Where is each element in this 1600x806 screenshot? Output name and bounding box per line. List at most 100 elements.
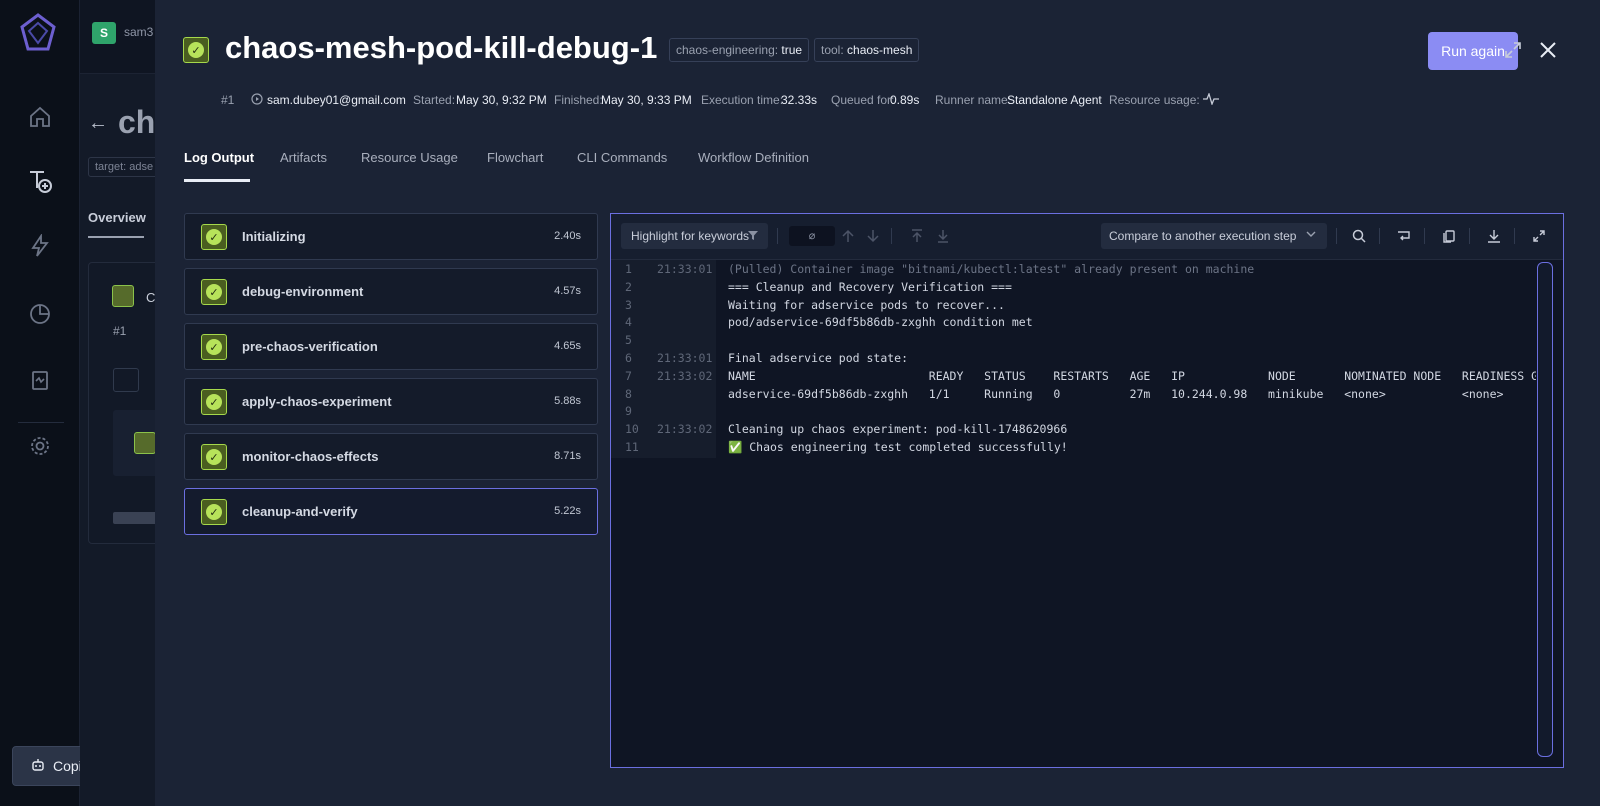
tab-workflow-definition[interactable]: Workflow Definition [698, 150, 809, 165]
log-text: Cleaning up chaos experiment: pod-kill-1… [728, 422, 1068, 437]
log-text: Final adservice pod state: [728, 350, 909, 365]
log-text: Waiting for adservice pods to recover... [728, 297, 1005, 312]
test-reports-icon[interactable] [26, 366, 54, 394]
maximize-icon[interactable] [1503, 40, 1523, 60]
copy-icon[interactable] [1439, 226, 1459, 246]
log-text: NAME READY STATUS RESTARTS AGE IP NODE N… [728, 368, 1536, 383]
line-number: 9 [625, 404, 632, 419]
log-line: 1 21:33:01 (Pulled) Container image "bitna… [611, 262, 1536, 280]
step-name: cleanup-and-verify [242, 504, 358, 519]
step-item[interactable]: ✓ debug-environment 4.57s [184, 268, 598, 315]
step-duration: 5.88s [554, 395, 581, 407]
log-line: 5 [611, 333, 1536, 351]
step-item[interactable]: ✓ monitor-chaos-effects 8.71s [184, 433, 598, 480]
step-item-selected[interactable]: ✓ cleanup-and-verify 5.22s [184, 488, 598, 535]
log-line: 11 ✅ Chaos engineering test completed suc… [611, 440, 1536, 458]
log-line: 4 pod/adservice-69df5b86db-zxghh conditio… [611, 315, 1536, 333]
step-item[interactable]: ✓ pre-chaos-verification 4.65s [184, 323, 598, 370]
status-check-icon [112, 285, 134, 307]
step-duration: 2.40s [554, 230, 581, 242]
log-line: 2 === Cleanup and Recovery Verification =… [611, 280, 1536, 298]
log-text: (Pulled) Container image "bitnami/kubect… [728, 262, 1255, 276]
execution-title: chaos-mesh-pod-kill-debug-1 [225, 30, 658, 65]
tab-flowchart[interactable]: Flowchart [487, 150, 543, 165]
horizontal-scrollbar[interactable] [113, 512, 159, 524]
step-duration: 4.57s [554, 285, 581, 297]
arrow-down-icon[interactable] [863, 226, 883, 246]
resource-usage-pulse-icon[interactable] [1203, 92, 1219, 108]
download-icon[interactable] [1484, 226, 1504, 246]
robot-icon [31, 758, 45, 775]
triggers-icon[interactable] [26, 232, 54, 260]
close-icon[interactable] [1538, 40, 1558, 60]
log-line: 3 Waiting for adservice pods to recover..… [611, 298, 1536, 316]
runner-value: Standalone Agent [1007, 93, 1102, 107]
tab-artifacts[interactable]: Artifacts [280, 150, 327, 165]
step-passed-icon: ✓ [201, 224, 227, 250]
log-line: 7 21:33:02 NAME READY STATUS RESTARTS AGE … [611, 369, 1536, 387]
finished-value: May 30, 9:33 PM [601, 93, 692, 107]
step-duration: 4.65s [554, 340, 581, 352]
tab-resource-usage[interactable]: Resource Usage [361, 150, 458, 165]
log-timestamp: 21:33:01 [657, 350, 713, 365]
line-number: 10 [625, 422, 639, 437]
log-timestamp: 21:33:02 [657, 368, 713, 383]
tag-key: tool: [821, 43, 844, 57]
scroll-to-bottom-icon[interactable] [933, 226, 953, 246]
step-name: debug-environment [242, 284, 364, 299]
search-icon[interactable] [1349, 226, 1369, 246]
log-line: 10 21:33:02 Cleaning up chaos experiment: … [611, 422, 1536, 440]
step-passed-icon: ✓ [201, 279, 227, 305]
step-name: Initializing [242, 229, 306, 244]
tab-cli-commands[interactable]: CLI Commands [577, 150, 667, 165]
queued-value: 0.89s [890, 93, 920, 107]
expand-icon[interactable] [1529, 226, 1549, 246]
toolbar-divider [1379, 228, 1380, 244]
app-logo-icon[interactable] [18, 13, 58, 53]
log-lines: 1 21:33:01 (Pulled) Container image "bitna… [611, 262, 1536, 458]
filter-icon [747, 229, 759, 244]
finished-label: Finished: [554, 93, 603, 107]
tab-log-output[interactable]: Log Output [184, 150, 254, 165]
toolbar-divider [1336, 228, 1337, 244]
line-number: 11 [625, 439, 639, 454]
step-duration: 8.71s [554, 450, 581, 462]
compare-step-select[interactable]: Compare to another execution step [1101, 223, 1327, 249]
pulse-icon[interactable] [113, 368, 139, 392]
toolbar-divider [1514, 228, 1515, 244]
org-avatar[interactable]: S [92, 22, 116, 44]
label-tag-tool[interactable]: tool: chaos-mesh [814, 38, 920, 62]
label-tag-chaos-engineering[interactable]: chaos-engineering: true [669, 38, 810, 62]
background-card-title: C [146, 290, 156, 305]
log-text: ✅ Chaos engineering test completed succe… [728, 439, 1068, 454]
tab-overview[interactable]: Overview [88, 210, 146, 225]
toolbar-divider [1424, 228, 1425, 244]
step-item[interactable]: ✓ apply-chaos-experiment 5.88s [184, 378, 598, 425]
log-text: === Cleanup and Recovery Verification ==… [728, 279, 1012, 294]
resource-usage-label: Resource usage: [1109, 93, 1200, 107]
wrap-lines-icon[interactable] [1394, 226, 1414, 246]
log-toolbar: Highlight for keywords ⌀ Compare to anot… [611, 214, 1563, 260]
execution-time-label: Execution time: [701, 93, 784, 107]
log-line: 9 [611, 404, 1536, 422]
step-passed-icon: ✓ [201, 444, 227, 470]
line-number: 3 [625, 297, 632, 312]
arrow-up-icon[interactable] [838, 226, 858, 246]
started-value: May 30, 9:32 PM [456, 93, 547, 107]
log-search-input[interactable]: ⌀ [789, 226, 835, 246]
step-item[interactable]: ✓ Initializing 2.40s [184, 213, 598, 260]
workflows-icon[interactable] [26, 167, 54, 195]
highlight-keywords-button[interactable]: Highlight for keywords [621, 223, 768, 249]
triggered-by-user: sam.dubey01@gmail.com [267, 93, 406, 107]
nav-rail [0, 0, 80, 806]
chevron-down-icon [1305, 228, 1317, 243]
compare-step-label: Compare to another execution step [1109, 229, 1297, 243]
back-arrow-icon[interactable]: ← [88, 112, 108, 135]
scroll-to-top-icon[interactable] [907, 226, 927, 246]
line-number: 2 [625, 279, 632, 294]
log-text: adservice-69df5b86db-zxghh 1/1 Running 0… [728, 386, 1504, 401]
settings-gear-icon[interactable] [26, 432, 54, 460]
vertical-scrollbar[interactable] [1537, 262, 1553, 757]
insights-icon[interactable] [26, 300, 54, 328]
home-icon[interactable] [26, 103, 54, 131]
